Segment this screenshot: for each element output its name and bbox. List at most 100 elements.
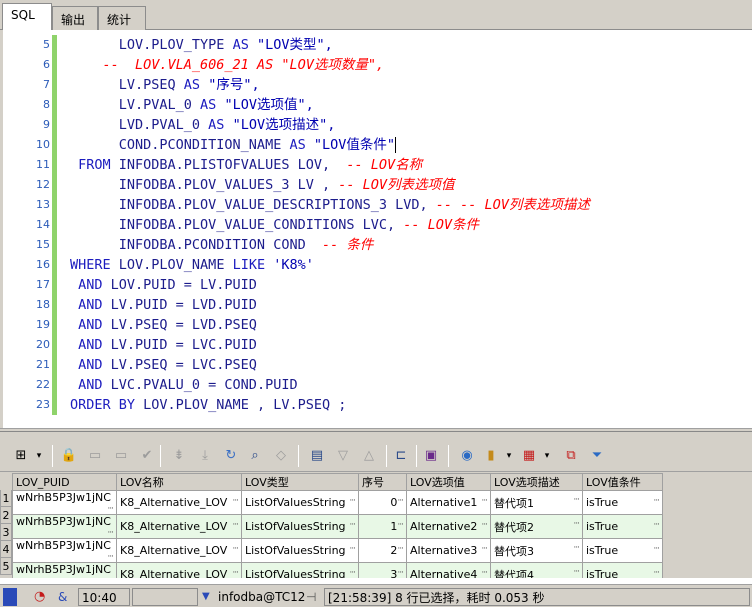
- single-record-view-icon[interactable]: ▤: [308, 447, 326, 465]
- code-line[interactable]: 6 -- LOV.VLA_606_21 AS "LOV选项数量",: [3, 55, 752, 75]
- connection-label[interactable]: infodba@TC12: [218, 588, 305, 606]
- cell-editor-button[interactable]: ···: [481, 496, 488, 506]
- cell-editor-button[interactable]: ···: [107, 552, 114, 562]
- filter-down-icon[interactable]: ▽: [334, 447, 352, 465]
- code-line[interactable]: 14 INFODBA.PLOV_VALUE_CONDITIONS LVC, --…: [3, 215, 752, 235]
- tab-sql[interactable]: SQL: [2, 3, 52, 31]
- code-line[interactable]: 16 WHERE LOV.PLOV_NAME LIKE 'K8%': [3, 255, 752, 275]
- compare-icon[interactable]: ⧉: [562, 447, 580, 465]
- row-number[interactable]: 1: [0, 490, 12, 507]
- column-header[interactable]: LOV值条件: [582, 473, 663, 491]
- cell-editor-button[interactable]: ···: [653, 568, 660, 578]
- table-row[interactable]: wNrhB5P3Jw1jNC···K8_Alternative_LOV···Li…: [12, 490, 663, 515]
- lock-icon[interactable]: 🔒: [60, 447, 78, 465]
- column-header[interactable]: LOV名称: [116, 473, 242, 491]
- cell-editor-button[interactable]: ···: [232, 544, 239, 554]
- column-header[interactable]: LOV选项描述: [490, 473, 583, 491]
- cell-editor-button[interactable]: ···: [653, 520, 660, 530]
- cell-editor-button[interactable]: ···: [107, 504, 114, 514]
- code-line[interactable]: 13 INFODBA.PLOV_VALUE_DESCRIPTIONS_3 LVD…: [3, 195, 752, 215]
- table-cell[interactable]: K8_Alternative_LOV ···: [116, 538, 242, 563]
- grid-options-dropdown-icon[interactable]: ▾: [30, 447, 48, 465]
- table-cell[interactable]: isTrue ···: [582, 490, 663, 515]
- table-cell[interactable]: K8_Alternative_LOV ···: [116, 490, 242, 515]
- code-line[interactable]: 21 AND LV.PSEQ = LVC.PSEQ: [3, 355, 752, 375]
- code-line[interactable]: 7 LV.PSEQ AS "序号",: [3, 75, 752, 95]
- code-line[interactable]: 12 INFODBA.PLOV_VALUES_3 LV , -- LOV列表选项…: [3, 175, 752, 195]
- code-line[interactable]: 20 AND LV.PUID = LVC.PUID: [3, 335, 752, 355]
- cell-editor-button[interactable]: ···: [349, 544, 356, 554]
- table-cell[interactable]: wNrhB5P3Jw1jNC···: [12, 538, 117, 563]
- post-changes-icon[interactable]: ✔: [138, 447, 156, 465]
- column-header[interactable]: 序号: [358, 473, 407, 491]
- tab-statistics[interactable]: 统计: [98, 6, 146, 30]
- filter-icon[interactable]: ⏷: [588, 447, 606, 465]
- delete-record-icon[interactable]: ▭: [112, 447, 130, 465]
- code-line[interactable]: 8 LV.PVAL_0 AS "LOV选项值",: [3, 95, 752, 115]
- cell-editor-button[interactable]: ···: [481, 520, 488, 530]
- table-view-dropdown-icon[interactable]: ▾: [538, 447, 556, 465]
- cell-editor-button[interactable]: ···: [107, 576, 114, 578]
- column-header[interactable]: LOV选项值: [406, 473, 491, 491]
- cell-editor-button[interactable]: ···: [481, 544, 488, 554]
- cell-editor-button[interactable]: ···: [107, 528, 114, 538]
- code-line[interactable]: 18 AND LV.PUID = LVD.PUID: [3, 295, 752, 315]
- table-cell[interactable]: isTrue ···: [582, 514, 663, 539]
- cell-editor-button[interactable]: ···: [397, 568, 404, 578]
- table-cell[interactable]: Alternative4 ···: [406, 562, 491, 578]
- pin-icon[interactable]: ⊣: [306, 588, 316, 606]
- code-line[interactable]: 22 AND LVC.PVALU_0 = COND.PUID: [3, 375, 752, 395]
- connection-dropdown-icon[interactable]: ▼: [202, 588, 210, 606]
- chart-icon[interactable]: ▮: [482, 447, 500, 465]
- save-icon[interactable]: ▣: [422, 447, 440, 465]
- table-cell[interactable]: isTrue ···: [582, 538, 663, 563]
- cell-editor-button[interactable]: ···: [653, 544, 660, 554]
- table-cell[interactable]: ListOfValuesString ···: [241, 490, 359, 515]
- row-number[interactable]: 4: [0, 541, 12, 558]
- table-cell[interactable]: Alternative1 ···: [406, 490, 491, 515]
- cell-editor-button[interactable]: ···: [573, 567, 580, 577]
- table-cell[interactable]: ListOfValuesString ···: [241, 514, 359, 539]
- table-cell[interactable]: 2 ···: [358, 538, 407, 563]
- tab-output[interactable]: 输出: [52, 6, 98, 30]
- code-line[interactable]: 11 FROM INFODBA.PLISTOFVALUES LOV, -- LO…: [3, 155, 752, 175]
- column-header[interactable]: LOV_PUID: [12, 473, 117, 491]
- cell-editor-button[interactable]: ···: [573, 519, 580, 529]
- table-cell[interactable]: Alternative2 ···: [406, 514, 491, 539]
- row-number[interactable]: 5: [0, 558, 12, 575]
- cell-editor-button[interactable]: ···: [573, 543, 580, 553]
- query-by-example-icon[interactable]: ⊏: [392, 447, 410, 465]
- table-cell[interactable]: wNrhB5P3Jw1jNC···: [12, 490, 117, 515]
- refresh-icon[interactable]: ↻: [222, 447, 240, 465]
- cell-editor-button[interactable]: ···: [397, 544, 404, 554]
- clear-icon[interactable]: ◇: [272, 447, 290, 465]
- cell-editor-button[interactable]: ···: [397, 496, 404, 506]
- table-cell[interactable]: Alternative3 ···: [406, 538, 491, 563]
- table-cell[interactable]: 替代项2 ···: [490, 514, 583, 539]
- table-cell[interactable]: 替代项1 ···: [490, 490, 583, 515]
- table-cell[interactable]: 替代项4 ···: [490, 562, 583, 578]
- table-cell[interactable]: 替代项3 ···: [490, 538, 583, 563]
- table-cell[interactable]: isTrue ···: [582, 562, 663, 578]
- column-header[interactable]: LOV类型: [241, 473, 359, 491]
- export-icon[interactable]: ◉: [458, 447, 476, 465]
- cell-editor-button[interactable]: ···: [573, 495, 580, 505]
- insert-record-icon[interactable]: ▭: [86, 447, 104, 465]
- cell-editor-button[interactable]: ···: [232, 520, 239, 530]
- connection-icon[interactable]: &: [58, 588, 67, 606]
- fetch-last-icon[interactable]: ⤓: [196, 447, 214, 465]
- cell-editor-button[interactable]: ···: [232, 568, 239, 578]
- table-cell[interactable]: K8_Alternative_LOV ···: [116, 514, 242, 539]
- table-cell[interactable]: ListOfValuesString ···: [241, 562, 359, 578]
- table-cell[interactable]: wNrhB5P3Jw1jNC···: [12, 514, 117, 539]
- cell-editor-button[interactable]: ···: [349, 520, 356, 530]
- table-cell[interactable]: 0 ···: [358, 490, 407, 515]
- code-line[interactable]: 15 INFODBA.PCONDITION COND -- 条件: [3, 235, 752, 255]
- cell-editor-button[interactable]: ···: [232, 496, 239, 506]
- code-line[interactable]: 17 AND LOV.PUID = LV.PUID: [3, 275, 752, 295]
- fetch-next-icon[interactable]: ⇟: [170, 447, 188, 465]
- autocommit-icon[interactable]: ◔: [34, 588, 45, 606]
- find-icon[interactable]: ⌕: [246, 447, 264, 465]
- code-line[interactable]: 23 ORDER BY LOV.PLOV_NAME , LV.PSEQ ;: [3, 395, 752, 415]
- editor-grid-splitter[interactable]: [0, 428, 752, 440]
